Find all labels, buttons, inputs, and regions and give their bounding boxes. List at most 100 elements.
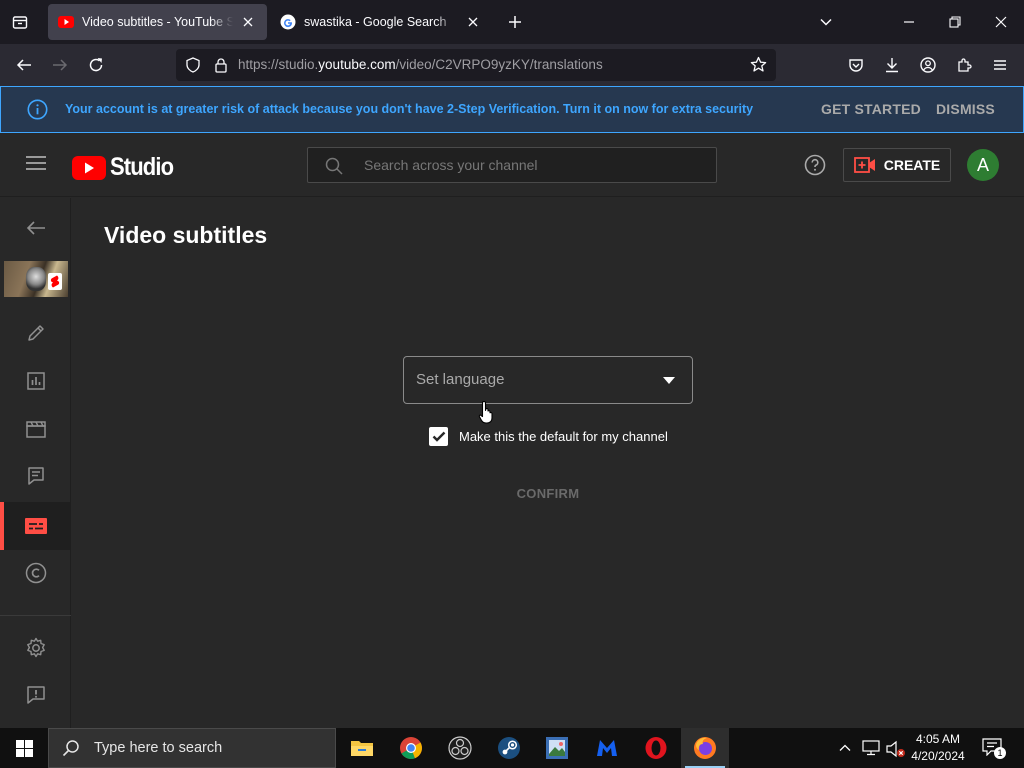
dropdown-arrow-icon (663, 377, 675, 384)
create-label: CREATE (883, 157, 941, 173)
obs-icon[interactable] (436, 728, 484, 768)
url-text[interactable]: https://studio.youtube.com/video/C2VRPO9… (238, 49, 603, 81)
url-prefix: https://studio. (238, 57, 319, 72)
url-domain: youtube.com (318, 57, 396, 72)
logo-text: Studio (110, 153, 174, 181)
menu-hamburger-icon[interactable] (986, 51, 1014, 79)
help-icon[interactable] (804, 154, 826, 176)
action-center-icon[interactable]: 1 (982, 738, 1006, 759)
notification-count-badge: 1 (994, 747, 1006, 759)
youtube-logo-icon (72, 155, 106, 180)
create-button[interactable]: CREATE (843, 148, 951, 182)
list-all-tabs-chevron-icon[interactable] (812, 8, 840, 36)
banner-message: Your account is at greater risk of attac… (65, 102, 754, 116)
mouse-pointer-hand-icon (478, 400, 496, 424)
back-arrow-icon (26, 221, 45, 235)
downloads-icon[interactable] (878, 51, 906, 79)
tab-video-subtitles[interactable]: Video subtitles - YouTube Studio (48, 4, 267, 40)
shorts-badge-icon (48, 273, 62, 290)
sidebar-divider (0, 615, 71, 616)
pencil-icon (27, 325, 44, 341)
sidebar-item-settings[interactable] (0, 624, 71, 672)
steam-icon[interactable] (485, 728, 533, 768)
reload-icon[interactable] (82, 51, 110, 79)
account-icon[interactable] (914, 51, 942, 79)
get-started-button[interactable]: GET STARTED (821, 87, 921, 132)
subtitles-icon (24, 518, 47, 534)
google-icon (280, 14, 296, 30)
tracking-protection-shield-icon[interactable] (185, 57, 201, 73)
restore-window-icon[interactable] (941, 8, 969, 36)
checkmark-icon (432, 431, 445, 442)
sidebar-item-feedback[interactable] (0, 671, 71, 719)
sidebar-item-comments[interactable] (0, 452, 71, 500)
page-title: Video subtitles (104, 222, 268, 248)
sidebar-item-editor[interactable] (0, 405, 71, 453)
close-window-icon[interactable] (987, 8, 1015, 36)
tab-close-icon[interactable] (464, 13, 482, 31)
windows-logo-icon (15, 739, 33, 757)
copyright-icon (25, 562, 46, 584)
system-clock[interactable]: 4:05 AM 4/20/2024 (904, 728, 972, 768)
back-arrow-icon[interactable] (10, 51, 38, 79)
image-app-icon[interactable] (533, 728, 581, 768)
opera-icon[interactable] (632, 728, 680, 768)
sidebar-item-details[interactable] (0, 309, 71, 357)
youtube-studio-icon (58, 14, 74, 30)
firefox-icon[interactable] (681, 728, 729, 768)
url-path: /video/C2VRPO9yzKY/translations (395, 57, 603, 72)
sidebar-item-subtitles[interactable] (0, 502, 71, 550)
default-checkbox-label: Make this the default for my channel (459, 428, 668, 444)
clock-time: 4:05 AM (915, 732, 961, 746)
default-checkbox[interactable] (429, 426, 448, 446)
tab-title: swastika - Google Search (304, 15, 447, 29)
video-thumbnail[interactable] (4, 261, 68, 297)
search-input[interactable] (364, 148, 704, 182)
tab-title: Video subtitles - YouTube Studio (82, 15, 233, 29)
network-icon[interactable] (862, 740, 880, 756)
studio-header: Studio CREATE A (0, 133, 1024, 197)
thumbnail-subject (26, 267, 46, 291)
volume-muted-icon[interactable] (886, 740, 906, 758)
default-language-option: Make this the default for my channel (429, 426, 668, 446)
windows-taskbar: Type here to search 4:05 AM 4/20/2024 1 (0, 728, 1024, 768)
info-icon (27, 99, 48, 120)
file-explorer-icon[interactable] (338, 728, 386, 768)
tab-close-icon[interactable] (239, 13, 257, 31)
taskbar-search-placeholder: Type here to search (94, 740, 223, 756)
analytics-icon (26, 372, 45, 390)
create-video-icon (853, 157, 876, 173)
chrome-icon[interactable] (387, 728, 435, 768)
tab-google-search[interactable]: swastika - Google Search (270, 4, 492, 40)
feedback-icon (26, 686, 45, 704)
language-select[interactable]: Set language (403, 356, 693, 404)
confirm-button[interactable]: CONFIRM (500, 482, 596, 506)
sidebar-item-copyright[interactable] (0, 549, 71, 597)
start-button[interactable] (0, 728, 48, 768)
url-bar[interactable]: https://studio.youtube.com/video/C2VRPO9… (176, 49, 776, 81)
browser-tab-strip: Video subtitles - YouTube Studio swastik… (0, 0, 1024, 44)
avatar[interactable]: A (967, 149, 999, 181)
minimize-window-icon[interactable] (895, 8, 923, 36)
malwarebytes-icon[interactable] (583, 728, 631, 768)
sidebar-item-analytics[interactable] (0, 357, 71, 405)
pocket-icon[interactable] (842, 51, 870, 79)
clock-date: 4/20/2024 (911, 749, 965, 763)
hamburger-menu-icon[interactable] (26, 155, 46, 171)
dismiss-button[interactable]: DISMISS (936, 87, 995, 132)
forward-arrow-icon[interactable] (46, 51, 74, 79)
studio-sidebar (0, 198, 71, 728)
channel-search[interactable] (307, 147, 717, 183)
extensions-puzzle-icon[interactable] (950, 51, 978, 79)
tray-overflow-chevron-icon[interactable] (838, 741, 852, 755)
lock-icon[interactable] (213, 57, 229, 73)
new-tab-plus-icon[interactable] (501, 8, 529, 36)
taskbar-search-box[interactable]: Type here to search (48, 728, 336, 768)
settings-gear-icon (26, 637, 45, 658)
bookmark-star-icon[interactable] (750, 56, 767, 73)
comments-icon (27, 467, 44, 485)
sidebar-back-button[interactable] (0, 204, 71, 252)
search-icon (62, 739, 80, 757)
firefox-view-icon[interactable] (6, 8, 34, 36)
youtube-studio-logo[interactable]: Studio (72, 153, 182, 182)
